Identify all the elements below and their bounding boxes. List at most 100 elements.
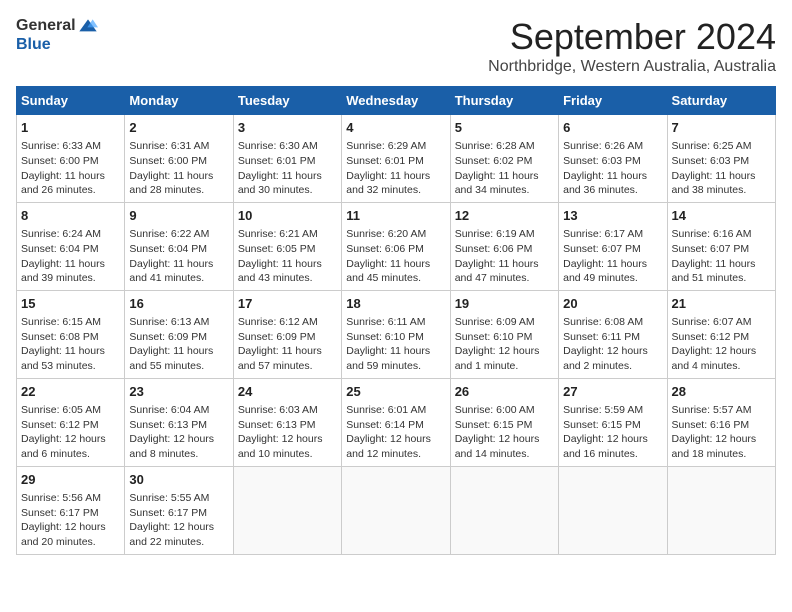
day-number: 28: [672, 383, 771, 401]
calendar-week-row: 22 Sunrise: 6:05 AMSunset: 6:12 PMDayligh…: [17, 378, 776, 466]
calendar-day-13: 13Sunrise: 6:17 AMSunset: 6:07 PMDayligh…: [559, 202, 667, 290]
calendar-day-10: 10 Sunrise: 6:21 AMSunset: 6:05 PMDayligh…: [233, 202, 341, 290]
day-number: 6: [563, 119, 662, 137]
calendar-day-14: 14 Sunrise: 6:16 AMSunset: 6:07 PMDayligh…: [667, 202, 775, 290]
calendar-day-18: 18 Sunrise: 6:11 AMSunset: 6:10 PMDayligh…: [342, 290, 450, 378]
calendar-day-6: 6 Sunrise: 6:26 AMSunset: 6:03 PMDaylight…: [559, 115, 667, 203]
logo-blue-text: Blue: [16, 36, 51, 54]
calendar-day-17: 17 Sunrise: 6:12 AMSunset: 6:09 PMDayligh…: [233, 290, 341, 378]
day-info: Sunrise: 6:05 AMSunset: 6:12 PMDaylight:…: [21, 403, 120, 462]
calendar-day-4: 4 Sunrise: 6:29 AMSunset: 6:01 PMDaylight…: [342, 115, 450, 203]
day-info: Sunrise: 6:19 AMSunset: 6:06 PMDaylight:…: [455, 227, 554, 286]
header-saturday: Saturday: [667, 87, 775, 115]
day-number: 21: [672, 295, 771, 313]
day-info: Sunrise: 6:08 AMSunset: 6:11 PMDaylight:…: [563, 315, 662, 374]
day-number: 11: [346, 207, 445, 225]
day-info: Sunrise: 6:26 AMSunset: 6:03 PMDaylight:…: [563, 139, 662, 198]
calendar-day-empty: [559, 466, 667, 554]
calendar-day-29: 29 Sunrise: 5:56 AMSunset: 6:17 PMDayligh…: [17, 466, 125, 554]
day-info: Sunrise: 6:04 AMSunset: 6:13 PMDaylight:…: [129, 403, 228, 462]
header-sunday: Sunday: [17, 87, 125, 115]
day-number: 13: [563, 207, 662, 225]
calendar-day-15: 15Sunrise: 6:15 AMSunset: 6:08 PMDayligh…: [17, 290, 125, 378]
calendar-day-3: 3Sunrise: 6:30 AMSunset: 6:01 PMDaylight…: [233, 115, 341, 203]
day-info: Sunrise: 6:15 AMSunset: 6:08 PMDaylight:…: [21, 315, 120, 374]
day-number: 2: [129, 119, 228, 137]
day-info: Sunrise: 6:29 AMSunset: 6:01 PMDaylight:…: [346, 139, 445, 198]
day-info: Sunrise: 6:33 AMSunset: 6:00 PMDaylight:…: [21, 139, 120, 198]
day-info: Sunrise: 6:21 AMSunset: 6:05 PMDaylight:…: [238, 227, 337, 286]
day-info: Sunrise: 6:01 AMSunset: 6:14 PMDaylight:…: [346, 403, 445, 462]
calendar-day-empty: [342, 466, 450, 554]
calendar-header-row: SundayMondayTuesdayWednesdayThursdayFrid…: [17, 87, 776, 115]
day-number: 24: [238, 383, 337, 401]
day-number: 10: [238, 207, 337, 225]
day-number: 26: [455, 383, 554, 401]
day-info: Sunrise: 6:00 AMSunset: 6:15 PMDaylight:…: [455, 403, 554, 462]
day-info: Sunrise: 6:16 AMSunset: 6:07 PMDaylight:…: [672, 227, 771, 286]
day-info: Sunrise: 6:30 AMSunset: 6:01 PMDaylight:…: [238, 139, 337, 198]
calendar-day-8: 8Sunrise: 6:24 AMSunset: 6:04 PMDaylight…: [17, 202, 125, 290]
day-number: 16: [129, 295, 228, 313]
day-info: Sunrise: 6:12 AMSunset: 6:09 PMDaylight:…: [238, 315, 337, 374]
day-info: Sunrise: 6:07 AMSunset: 6:12 PMDaylight:…: [672, 315, 771, 374]
day-info: Sunrise: 6:31 AMSunset: 6:00 PMDaylight:…: [129, 139, 228, 198]
day-number: 4: [346, 119, 445, 137]
calendar-day-20: 20 Sunrise: 6:08 AMSunset: 6:11 PMDayligh…: [559, 290, 667, 378]
calendar-day-1: 1 Sunrise: 6:33 AMSunset: 6:00 PMDaylight…: [17, 115, 125, 203]
calendar-week-row: 15Sunrise: 6:15 AMSunset: 6:08 PMDayligh…: [17, 290, 776, 378]
calendar-day-empty: [233, 466, 341, 554]
header-tuesday: Tuesday: [233, 87, 341, 115]
header-friday: Friday: [559, 87, 667, 115]
day-number: 18: [346, 295, 445, 313]
day-number: 9: [129, 207, 228, 225]
day-info: Sunrise: 6:09 AMSunset: 6:10 PMDaylight:…: [455, 315, 554, 374]
day-number: 22: [21, 383, 120, 401]
calendar-day-24: 24 Sunrise: 6:03 AMSunset: 6:13 PMDayligh…: [233, 378, 341, 466]
calendar-day-23: 23 Sunrise: 6:04 AMSunset: 6:13 PMDayligh…: [125, 378, 233, 466]
day-number: 23: [129, 383, 228, 401]
day-info: Sunrise: 6:13 AMSunset: 6:09 PMDaylight:…: [129, 315, 228, 374]
calendar-day-9: 9Sunrise: 6:22 AMSunset: 6:04 PMDaylight…: [125, 202, 233, 290]
logo: General Blue: [16, 16, 98, 54]
logo-icon: [78, 16, 98, 36]
day-number: 25: [346, 383, 445, 401]
header-monday: Monday: [125, 87, 233, 115]
day-info: Sunrise: 5:59 AMSunset: 6:15 PMDaylight:…: [563, 403, 662, 462]
day-number: 30: [129, 471, 228, 489]
calendar-day-2: 2 Sunrise: 6:31 AMSunset: 6:00 PMDaylight…: [125, 115, 233, 203]
day-number: 1: [21, 119, 120, 137]
day-number: 19: [455, 295, 554, 313]
header-wednesday: Wednesday: [342, 87, 450, 115]
day-info: Sunrise: 6:03 AMSunset: 6:13 PMDaylight:…: [238, 403, 337, 462]
calendar: SundayMondayTuesdayWednesdayThursdayFrid…: [16, 86, 776, 555]
calendar-day-7: 7Sunrise: 6:25 AMSunset: 6:03 PMDaylight…: [667, 115, 775, 203]
day-number: 17: [238, 295, 337, 313]
calendar-day-11: 11Sunrise: 6:20 AMSunset: 6:06 PMDayligh…: [342, 202, 450, 290]
calendar-day-28: 28 Sunrise: 5:57 AMSunset: 6:16 PMDayligh…: [667, 378, 775, 466]
day-info: Sunrise: 5:55 AMSunset: 6:17 PMDaylight:…: [129, 491, 228, 550]
day-info: Sunrise: 5:56 AMSunset: 6:17 PMDaylight:…: [21, 491, 120, 550]
calendar-week-row: 1 Sunrise: 6:33 AMSunset: 6:00 PMDaylight…: [17, 115, 776, 203]
calendar-day-21: 21 Sunrise: 6:07 AMSunset: 6:12 PMDayligh…: [667, 290, 775, 378]
location-title: Northbridge, Western Australia, Australi…: [488, 58, 776, 76]
calendar-day-16: 16 Sunrise: 6:13 AMSunset: 6:09 PMDayligh…: [125, 290, 233, 378]
calendar-week-row: 8Sunrise: 6:24 AMSunset: 6:04 PMDaylight…: [17, 202, 776, 290]
calendar-day-empty: [667, 466, 775, 554]
day-info: Sunrise: 6:11 AMSunset: 6:10 PMDaylight:…: [346, 315, 445, 374]
day-number: 14: [672, 207, 771, 225]
day-number: 20: [563, 295, 662, 313]
calendar-day-12: 12Sunrise: 6:19 AMSunset: 6:06 PMDayligh…: [450, 202, 558, 290]
calendar-day-30: 30 Sunrise: 5:55 AMSunset: 6:17 PMDayligh…: [125, 466, 233, 554]
day-info: Sunrise: 6:28 AMSunset: 6:02 PMDaylight:…: [455, 139, 554, 198]
calendar-day-empty: [450, 466, 558, 554]
day-number: 29: [21, 471, 120, 489]
calendar-day-22: 22 Sunrise: 6:05 AMSunset: 6:12 PMDayligh…: [17, 378, 125, 466]
calendar-week-row: 29 Sunrise: 5:56 AMSunset: 6:17 PMDayligh…: [17, 466, 776, 554]
calendar-day-19: 19 Sunrise: 6:09 AMSunset: 6:10 PMDayligh…: [450, 290, 558, 378]
day-info: Sunrise: 6:24 AMSunset: 6:04 PMDaylight:…: [21, 227, 120, 286]
day-number: 27: [563, 383, 662, 401]
day-info: Sunrise: 5:57 AMSunset: 6:16 PMDaylight:…: [672, 403, 771, 462]
title-area: September 2024 Northbridge, Western Aust…: [488, 16, 776, 76]
day-info: Sunrise: 6:25 AMSunset: 6:03 PMDaylight:…: [672, 139, 771, 198]
